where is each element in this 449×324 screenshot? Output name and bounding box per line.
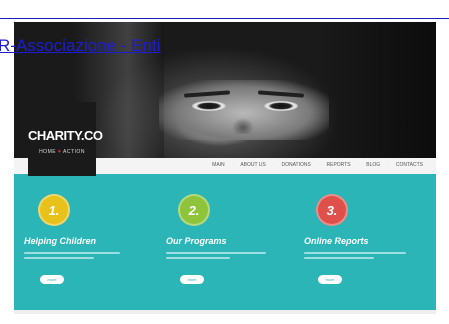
nav-item-reports[interactable]: REPORTS — [320, 162, 358, 168]
number-badge: 1. — [38, 194, 70, 226]
site-logo[interactable]: CHARITY.CO HOME ♥ ACTION — [28, 102, 103, 176]
logo-tagline: HOME ♥ ACTION — [39, 149, 85, 155]
more-button[interactable]: more — [40, 275, 64, 284]
feature-title: Our Programs — [166, 236, 227, 246]
website-screenshot: CHARITY.CO HOME ♥ ACTION MAIN · ABOUT US… — [14, 22, 436, 314]
number-badge: 2. — [178, 194, 210, 226]
page-link[interactable]: R-Associazione - Enti — [0, 36, 161, 56]
eye-right — [264, 101, 298, 111]
feature-helping-children: 1. Helping Children more — [24, 174, 154, 310]
more-button[interactable]: more — [318, 275, 342, 284]
feature-title: Online Reports — [304, 236, 369, 246]
features-section: 1. Helping Children more 2. Our Programs… — [14, 174, 436, 310]
nav-item-donations[interactable]: DONATIONS — [274, 162, 317, 168]
nav-item-contacts[interactable]: CONTACTS — [389, 162, 430, 168]
number-badge: 3. — [316, 194, 348, 226]
feature-online-reports: 3. Online Reports more — [304, 174, 434, 310]
nav-item-main[interactable]: MAIN — [205, 162, 232, 168]
logo-name: CHARITY.CO — [28, 128, 103, 143]
nav-item-about[interactable]: ABOUT US — [233, 162, 272, 168]
nav-item-blog[interactable]: BLOG — [359, 162, 387, 168]
top-rule — [0, 18, 449, 19]
feature-title: Helping Children — [24, 236, 96, 246]
more-button[interactable]: more — [180, 275, 204, 284]
feature-our-programs: 2. Our Programs more — [166, 174, 296, 310]
eye-left — [192, 101, 226, 111]
